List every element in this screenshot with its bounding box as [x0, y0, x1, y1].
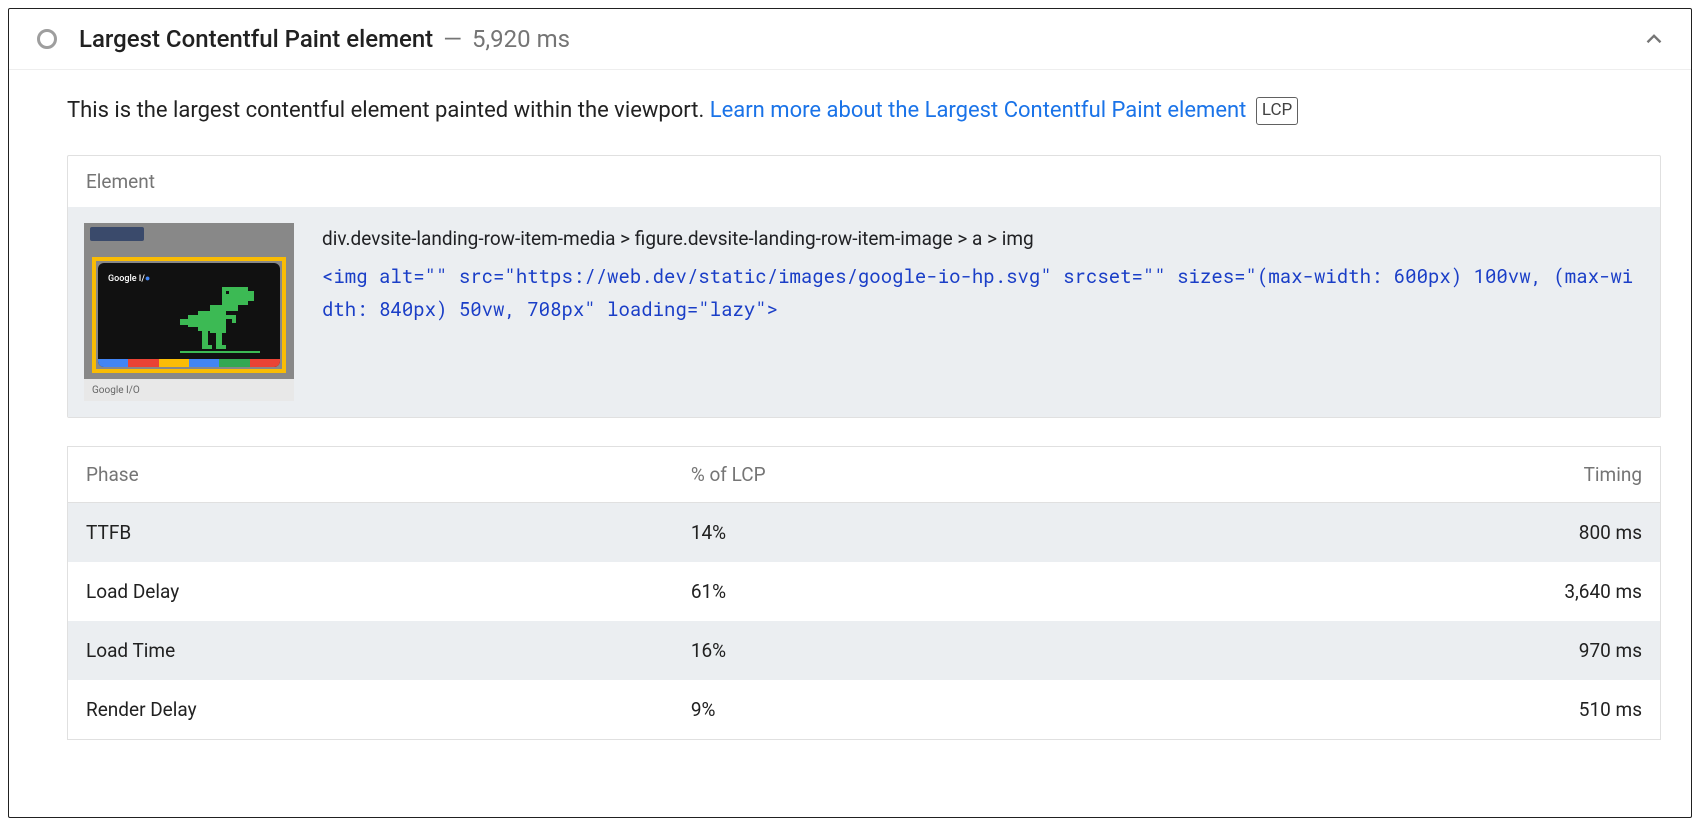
thumb-logo-text: Google I/●: [108, 273, 150, 284]
table-header-row: Phase % of LCP Timing: [68, 447, 1661, 503]
audit-header[interactable]: Largest Contentful Paint element — 5,920…: [9, 9, 1691, 70]
lcp-audit-card: Largest Contentful Paint element — 5,920…: [8, 8, 1692, 818]
audit-title: Largest Contentful Paint element: [79, 25, 433, 53]
audit-body: This is the largest contentful element p…: [9, 70, 1691, 764]
lcp-badge: LCP: [1256, 97, 1298, 125]
cell-phase: TTFB: [68, 503, 673, 563]
audit-description: This is the largest contentful element p…: [67, 94, 1661, 127]
element-row: Google I/●: [68, 207, 1660, 417]
chevron-up-icon[interactable]: [1641, 26, 1667, 52]
dino-icon: [180, 285, 260, 355]
table-row: TTFB 14% 800 ms: [68, 503, 1661, 563]
element-panel-header: Element: [68, 156, 1660, 207]
table-row: Render Delay 9% 510 ms: [68, 680, 1661, 740]
element-selector: div.devsite-landing-row-item-media > fig…: [322, 223, 1644, 255]
description-text: This is the largest contentful element p…: [67, 98, 710, 123]
cell-pct: 61%: [673, 562, 1342, 621]
element-panel: Element Google I/●: [67, 155, 1661, 418]
cell-timing: 970 ms: [1342, 621, 1661, 680]
cell-timing: 800 ms: [1342, 503, 1661, 563]
table-row: Load Time 16% 970 ms: [68, 621, 1661, 680]
cell-pct: 9%: [673, 680, 1342, 740]
cell-phase: Load Time: [68, 621, 673, 680]
col-header-pct: % of LCP: [673, 447, 1342, 503]
element-text: div.devsite-landing-row-item-media > fig…: [322, 223, 1644, 401]
phase-table: Phase % of LCP Timing TTFB 14% 800 ms Lo…: [67, 446, 1661, 740]
cell-pct: 14%: [673, 503, 1342, 563]
status-circle-icon: [37, 29, 57, 49]
audit-timing: 5,920 ms: [472, 25, 570, 53]
table-row: Load Delay 61% 3,640 ms: [68, 562, 1661, 621]
cell-timing: 510 ms: [1342, 680, 1661, 740]
audit-dash: —: [443, 25, 462, 53]
element-html: <img alt="" src="https://web.dev/static/…: [322, 261, 1644, 326]
cell-pct: 16%: [673, 621, 1342, 680]
learn-more-link[interactable]: Learn more about the Largest Contentful …: [710, 98, 1247, 123]
thumb-caption: Google I/O: [84, 379, 294, 401]
cell-phase: Load Delay: [68, 562, 673, 621]
cell-phase: Render Delay: [68, 680, 673, 740]
col-header-phase: Phase: [68, 447, 673, 503]
element-thumbnail: Google I/●: [84, 223, 294, 401]
col-header-timing: Timing: [1342, 447, 1661, 503]
cell-timing: 3,640 ms: [1342, 562, 1661, 621]
